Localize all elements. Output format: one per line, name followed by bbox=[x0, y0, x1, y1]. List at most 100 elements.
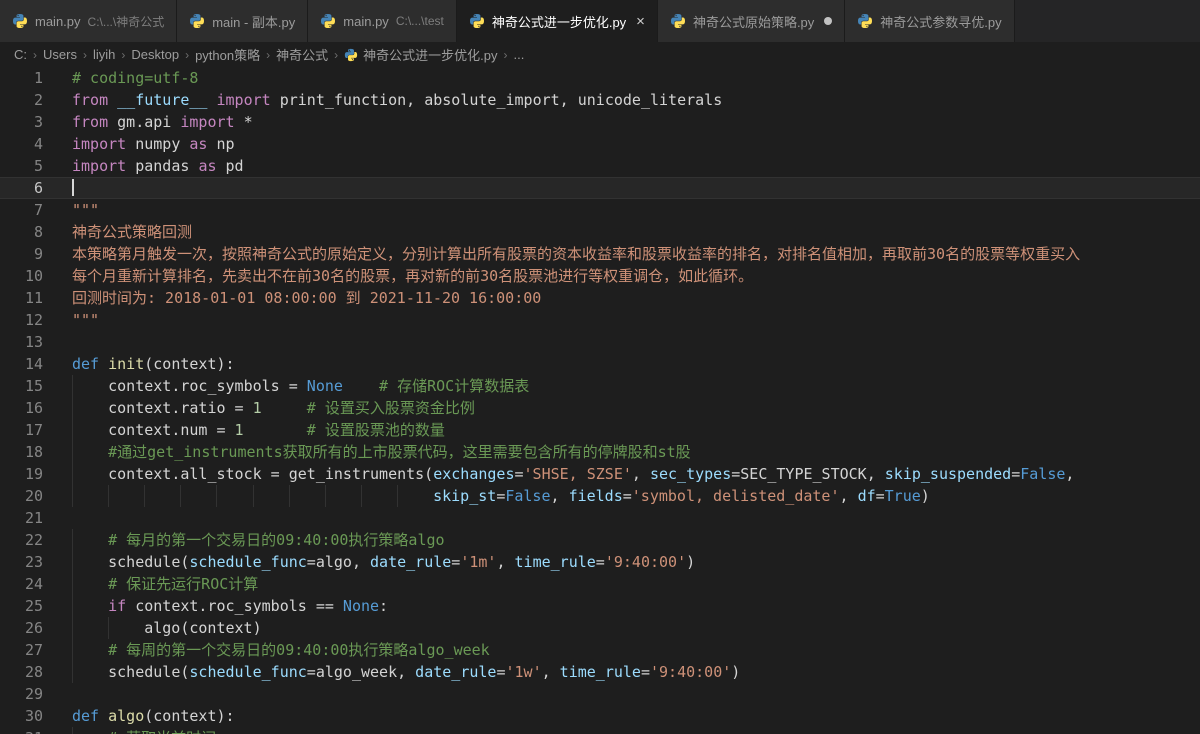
code-line[interactable]: 25 if context.roc_symbols == None: bbox=[0, 595, 1200, 617]
code-token: = bbox=[596, 553, 605, 571]
code-content: from gm.api import * bbox=[62, 111, 1200, 133]
code-line[interactable]: 19 context.all_stock = get_instruments(e… bbox=[0, 463, 1200, 485]
breadcrumb-file[interactable]: 神奇公式进一步优化.py bbox=[344, 45, 497, 64]
line-number: 4 bbox=[0, 133, 62, 155]
code-line[interactable]: 1# coding=utf-8 bbox=[0, 67, 1200, 89]
indent-guide bbox=[72, 617, 108, 639]
breadcrumb-item[interactable]: python策略 bbox=[195, 45, 260, 64]
code-token: init bbox=[108, 355, 144, 373]
code-line[interactable]: 16 context.ratio = 1 # 设置买入股票资金比例 bbox=[0, 397, 1200, 419]
code-content: skip_st=False, fields='symbol, delisted_… bbox=[62, 485, 1200, 507]
code-line[interactable]: 6 bbox=[0, 177, 1200, 199]
code-token: = bbox=[641, 663, 650, 681]
code-line[interactable]: 17 context.num = 1 # 设置股票池的数量 bbox=[0, 419, 1200, 441]
tab-label: main.py bbox=[343, 14, 389, 29]
breadcrumb-trailing[interactable]: ... bbox=[513, 47, 524, 62]
code-line[interactable]: 24 # 保证先运行ROC计算 bbox=[0, 573, 1200, 595]
code-content: # coding=utf-8 bbox=[62, 67, 1200, 89]
code-line[interactable]: 28 schedule(schedule_func=algo_week, dat… bbox=[0, 661, 1200, 683]
line-number: 14 bbox=[0, 353, 62, 375]
code-token bbox=[99, 355, 108, 373]
code-line[interactable]: 20 skip_st=False, fields='symbol, delist… bbox=[0, 485, 1200, 507]
code-token: __future__ bbox=[117, 91, 207, 109]
code-line[interactable]: 14def init(context): bbox=[0, 353, 1200, 375]
code-token: import bbox=[72, 157, 126, 175]
editor-tab[interactable]: main.pyC:\...\test bbox=[308, 0, 457, 42]
code-line[interactable]: 9本策略第月触发一次，按照神奇公式的原始定义，分别计算出所有股票的资本收益率和股… bbox=[0, 243, 1200, 265]
editor-tab[interactable]: main - 副本.py bbox=[177, 0, 308, 42]
code-token: skip_st bbox=[433, 487, 496, 505]
code-line[interactable]: 21 bbox=[0, 507, 1200, 529]
code-token bbox=[262, 399, 307, 417]
code-token: fields bbox=[569, 487, 623, 505]
code-content: schedule(schedule_func=algo_week, date_r… bbox=[62, 661, 1200, 683]
code-line[interactable]: 13 bbox=[0, 331, 1200, 353]
code-content: 本策略第月触发一次，按照神奇公式的原始定义，分别计算出所有股票的资本收益率和股票… bbox=[62, 243, 1200, 265]
python-icon bbox=[344, 48, 358, 62]
line-number: 6 bbox=[0, 177, 62, 199]
code-line[interactable]: 2from __future__ import print_function, … bbox=[0, 89, 1200, 111]
modified-dot-icon bbox=[824, 17, 832, 25]
line-number: 13 bbox=[0, 331, 62, 353]
breadcrumb-item[interactable]: Users bbox=[43, 47, 77, 62]
line-number: 15 bbox=[0, 375, 62, 397]
code-line[interactable]: 3from gm.api import * bbox=[0, 111, 1200, 133]
code-editor[interactable]: 1# coding=utf-82from __future__ import p… bbox=[0, 67, 1200, 734]
code-line[interactable]: 11 回测时间为: 2018-01-01 08:00:00 到 2021-11-2… bbox=[0, 287, 1200, 309]
line-number: 10 bbox=[0, 265, 62, 287]
code-token: # 设置股票池的数量 bbox=[307, 421, 445, 439]
close-icon[interactable]: × bbox=[636, 14, 645, 29]
code-token: # 保证先运行ROC计算 bbox=[108, 575, 258, 593]
code-token: 本策略第月触发一次，按照神奇公式的原始定义，分别计算出所有股票的资本收益率和股票… bbox=[72, 245, 1080, 263]
breadcrumb-item[interactable]: Desktop bbox=[131, 47, 179, 62]
code-line[interactable]: 5import pandas as pd bbox=[0, 155, 1200, 177]
line-number: 2 bbox=[0, 89, 62, 111]
code-line[interactable]: 27 # 每周的第一个交易日的09:40:00执行策略algo_week bbox=[0, 639, 1200, 661]
code-line[interactable]: 30def algo(context): bbox=[0, 705, 1200, 727]
code-line[interactable]: 15 context.roc_symbols = None # 存储ROC计算数… bbox=[0, 375, 1200, 397]
breadcrumb-item[interactable]: C: bbox=[14, 47, 27, 62]
code-token: import bbox=[217, 91, 271, 109]
code-token: 回测时间为: 2018-01-01 08:00:00 到 2021-11-20 … bbox=[72, 289, 541, 307]
code-line[interactable]: 10每个月重新计算排名，先卖出不在前30名的股票，再对新的前30名股票池进行等权… bbox=[0, 265, 1200, 287]
code-line[interactable]: 26 algo(context) bbox=[0, 617, 1200, 639]
code-token: = bbox=[515, 465, 524, 483]
indent-guide bbox=[72, 441, 108, 463]
code-token: , bbox=[551, 487, 569, 505]
line-number: 12 bbox=[0, 309, 62, 331]
code-token: '9:40:00' bbox=[650, 663, 731, 681]
line-number: 11 bbox=[0, 287, 62, 309]
code-content: """ bbox=[62, 309, 1200, 331]
code-token: #通过get_instruments获取所有的上市股票代码，这里需要包含所有的停… bbox=[108, 443, 691, 461]
code-line[interactable]: 12""" bbox=[0, 309, 1200, 331]
code-token: =algo_week, bbox=[307, 663, 415, 681]
tab-label: main.py bbox=[35, 14, 81, 29]
breadcrumb-item[interactable]: 神奇公式 bbox=[276, 45, 328, 64]
code-line[interactable]: 31 # 获取当前时间 bbox=[0, 727, 1200, 734]
code-token: from bbox=[72, 91, 108, 109]
code-line[interactable]: 29 bbox=[0, 683, 1200, 705]
code-token: as bbox=[198, 157, 216, 175]
editor-tab[interactable]: 神奇公式进一步优化.py× bbox=[457, 0, 658, 42]
code-line[interactable]: 4import numpy as np bbox=[0, 133, 1200, 155]
tab-label: 神奇公式参数寻优.py bbox=[880, 12, 1001, 31]
indent-guide bbox=[180, 485, 216, 507]
breadcrumb-item[interactable]: liyih bbox=[93, 47, 115, 62]
indent-guide bbox=[253, 485, 289, 507]
line-number: 3 bbox=[0, 111, 62, 133]
code-content: """ bbox=[62, 199, 1200, 221]
code-content: # 每月的第一个交易日的09:40:00执行策略algo bbox=[62, 529, 1200, 551]
editor-tab[interactable]: 神奇公式原始策略.py bbox=[658, 0, 845, 42]
code-token: # 每月的第一个交易日的09:40:00执行策略algo bbox=[108, 531, 444, 549]
indent-guide bbox=[108, 617, 144, 639]
editor-tab[interactable]: main.pyC:\...\神奇公式 bbox=[0, 0, 177, 42]
code-line[interactable]: 8神奇公式策略回测 bbox=[0, 221, 1200, 243]
code-content bbox=[62, 683, 1200, 705]
chevron-right-icon: › bbox=[83, 48, 87, 62]
code-line[interactable]: 22 # 每月的第一个交易日的09:40:00执行策略algo bbox=[0, 529, 1200, 551]
code-line[interactable]: 18 #通过get_instruments获取所有的上市股票代码，这里需要包含所… bbox=[0, 441, 1200, 463]
code-line[interactable]: 23 schedule(schedule_func=algo, date_rul… bbox=[0, 551, 1200, 573]
editor-tab[interactable]: 神奇公式参数寻优.py bbox=[845, 0, 1014, 42]
line-number: 7 bbox=[0, 199, 62, 221]
code-line[interactable]: 7""" bbox=[0, 199, 1200, 221]
